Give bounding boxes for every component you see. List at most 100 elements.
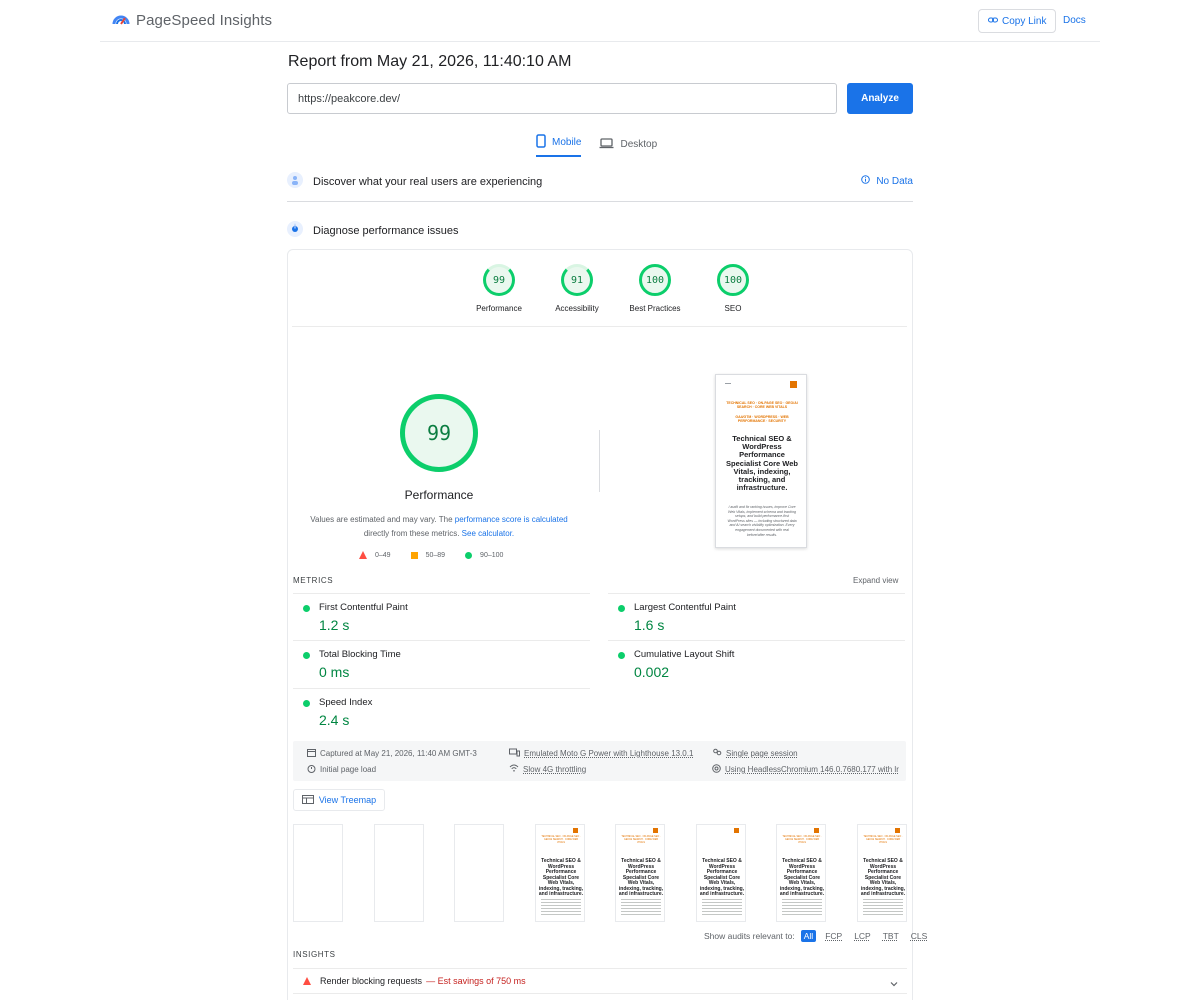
screenshot-tagline: GA4/GTM · WORDPRESS · WEB PERFORMANCE · … [735,415,789,423]
gauge-seo[interactable]: 100 SEO [694,264,772,313]
browser-info[interactable]: Using HeadlessChromium 146.0.7680.177 wi… [712,764,899,775]
performance-score-gauge: 99 [400,394,478,472]
score-calculated-link[interactable]: performance score is calculated [455,515,568,524]
site-logo-icon [573,828,578,833]
vertical-divider [599,430,600,492]
report-title: Report from May 21, 2026, 11:40:10 AM [288,53,572,70]
link-icon [988,16,998,27]
docs-link[interactable]: Docs [1063,15,1086,26]
site-logo-icon [653,828,658,833]
filmstrip-frame: TECHNICAL SEO · ON-PAGE SEO · GEO/AI SEA… [776,824,826,922]
filter-chip-all[interactable]: All [800,930,817,942]
chevron-down-icon [889,976,899,994]
filmstrip: TECHNICAL SEO · ON-PAGE SEO · GEO/AI SEA… [293,824,907,922]
pass-circle-icon [465,551,473,559]
metric-cls: Cumulative Layout Shift 0.002 [608,640,905,688]
emulated-device[interactable]: Emulated Moto G Power with Lighthouse 13… [509,748,693,759]
gauge-best-practices[interactable]: 100 Best Practices [616,264,694,313]
screenshot-headline: Technical SEO & WordPress Performance Sp… [726,434,798,493]
frame-headline: Technical SEO & WordPress Performance Sp… [538,858,584,897]
pass-circle-icon [618,652,625,659]
screenshot-tagline: TECHNICAL SEO · ON-PAGE SEO · GEO/AI SEA… [726,401,798,409]
laptop-icon [599,137,614,152]
filmstrip-frame: TECHNICAL SEO · ON-PAGE SEO · GEO/AI SEA… [615,824,665,922]
filmstrip-frame [293,824,343,922]
frame-body-lines [782,897,822,915]
filter-chip-fcp[interactable]: FCP [822,930,845,942]
field-data-section[interactable]: Discover what your real users are experi… [287,171,913,193]
average-square-icon [410,551,418,559]
pass-circle-icon [618,605,625,612]
section-divider [287,201,913,202]
pagespeed-logo-icon [112,10,130,31]
frame-tagline: TECHNICAL SEO · ON-PAGE SEO · GEO/AI SEA… [863,835,903,844]
frame-tagline: TECHNICAL SEO · ON-PAGE SEO · GEO/AI SEA… [541,835,581,844]
frame-body-lines [541,897,581,915]
filter-chip-cls[interactable]: CLS [908,930,931,942]
wifi-icon [509,764,519,774]
insight-render-blocking[interactable]: Render blocking requests — Est savings o… [293,968,907,994]
metric-tbt: Total Blocking Time 0 ms [293,640,590,688]
metric-fcp: First Contentful Paint 1.2 s [293,593,590,641]
audits-filter-label: Show audits relevant to: [704,931,795,941]
users-icon [287,171,303,193]
gauge-score: 99 [483,264,515,296]
filter-chip-tbt[interactable]: TBT [880,930,902,942]
session-type[interactable]: Single page session [712,748,798,759]
frame-tagline: TECHNICAL SEO · ON-PAGE SEO · GEO/AI SEA… [782,835,822,844]
no-data-status: No Data [861,175,913,187]
url-input[interactable] [287,83,837,114]
copy-link-button[interactable]: Copy Link [978,9,1057,33]
category-gauges: 99 Performance 91 Accessibility 100 Best… [460,264,772,313]
timer-icon [307,764,316,775]
score-legend: 0–49 50–89 90–100 [359,551,503,559]
frame-body-lines [863,897,903,915]
gauge-divider [292,326,907,327]
frame-headline: Technical SEO & WordPress Performance Sp… [618,858,664,897]
brand[interactable]: PageSpeed Insights [112,10,272,31]
view-treemap-button[interactable]: View Treemap [293,789,385,811]
screenshot-body: I audit and fix ranking issues, improve … [727,505,797,537]
fail-triangle-icon [303,977,311,985]
metric-speed-index: Speed Index 2.4 s [293,688,590,736]
devices-icon [509,748,520,759]
diagnose-section: Diagnose performance issues [287,220,913,242]
pass-circle-icon [303,700,310,707]
gauge-performance[interactable]: 99 Performance [460,264,538,313]
gauge-accessibility[interactable]: 91 Accessibility [538,264,616,313]
filmstrip-frame: TECHNICAL SEO · ON-PAGE SEO · GEO/AI SEA… [535,824,585,922]
site-logo-icon [895,828,900,833]
filmstrip-frame: Technical SEO & WordPress Performance Sp… [696,824,746,922]
mobile-phone-icon [536,134,546,151]
network-throttling[interactable]: Slow 4G throttling [509,764,586,774]
filmstrip-frame [374,824,424,922]
insight-title: Render blocking requests [320,976,423,986]
gauge-score: 100 [717,264,749,296]
analyze-button[interactable]: Analyze [847,83,913,114]
people-icon [712,748,722,759]
menu-icon [725,383,731,384]
audits-filter: Show audits relevant to: All FCP LCP TBT… [704,930,930,942]
captured-at: Captured at May 21, 2026, 11:40 AM GMT-3 [307,748,477,759]
frame-tagline: TECHNICAL SEO · ON-PAGE SEO · GEO/AI SEA… [621,835,661,844]
final-screenshot[interactable]: TECHNICAL SEO · ON-PAGE SEO · GEO/AI SEA… [715,374,807,548]
tab-desktop[interactable]: Desktop [599,132,657,157]
frame-headline: Technical SEO & WordPress Performance Sp… [779,858,825,897]
insights-heading: INSIGHTS [293,950,336,959]
chrome-icon [712,764,721,775]
insight-savings: — Est savings of 750 ms [426,976,526,986]
expand-view-toggle[interactable]: Expand view [853,576,898,585]
gauge-score: 91 [561,264,593,296]
tab-mobile[interactable]: Mobile [536,132,582,157]
gauge-label: Best Practices [629,304,681,313]
calendar-icon [307,748,316,759]
filter-chip-lcp[interactable]: LCP [851,930,874,942]
run-info-panel: Captured at May 21, 2026, 11:40 AM GMT-3… [293,741,906,781]
see-calculator-link[interactable]: See calculator. [462,529,514,538]
gauge-label: Performance [476,304,522,313]
brand-title: PageSpeed Insights [136,12,273,29]
gauge-score: 100 [639,264,671,296]
frame-headline: Technical SEO & WordPress Performance Sp… [699,858,745,897]
score-disclaimer: Values are estimated and may vary. The p… [310,515,568,538]
site-logo-icon [790,381,797,388]
